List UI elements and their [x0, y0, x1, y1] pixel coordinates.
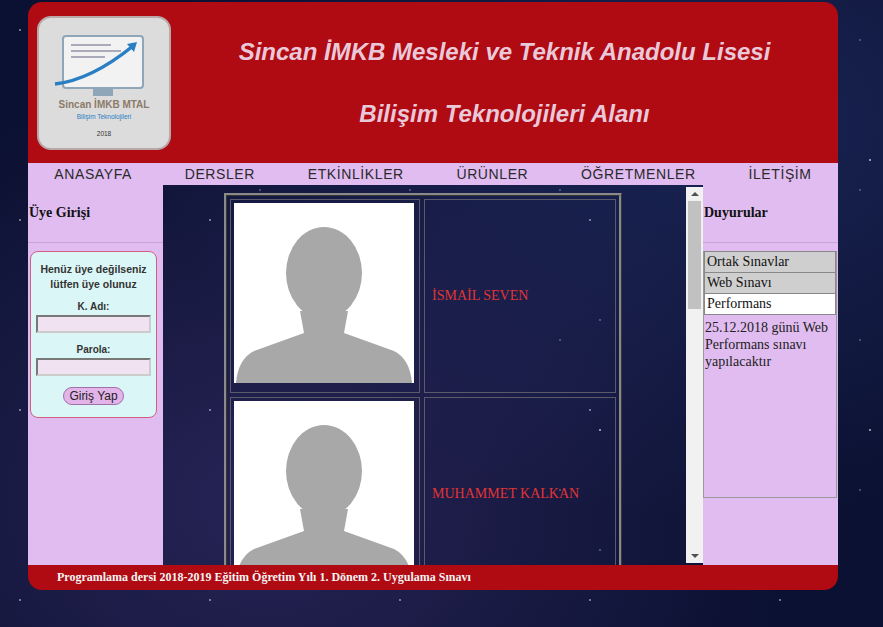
- svg-text:2018: 2018: [97, 130, 112, 137]
- photo-cell: [230, 397, 420, 565]
- login-button[interactable]: Giriş Yap: [63, 387, 123, 405]
- teacher-photo: [234, 203, 414, 383]
- svg-text:Bilişim Teknolojileri: Bilişim Teknolojileri: [77, 113, 131, 121]
- person-silhouette-icon: [234, 215, 414, 383]
- nav-item[interactable]: ÜRÜNLER: [456, 166, 528, 182]
- nav-item[interactable]: ANASAYFA: [54, 166, 132, 182]
- scroll-up-icon[interactable]: [686, 187, 703, 201]
- school-title: Sincan İMKB Mesleki ve Teknik Anadolu Li…: [239, 38, 771, 66]
- teacher-row: İSMAİL SEVEN: [230, 199, 616, 393]
- teachers-table: İSMAİL SEVEN MUHAMMET KALKAN: [224, 193, 622, 565]
- photo-cell: [230, 199, 420, 393]
- teachers-scroll-area[interactable]: İSMAİL SEVEN MUHAMMET KALKAN: [163, 185, 686, 565]
- login-prompt: Henüz üye değilseniz lütfen üye olunuz: [35, 262, 152, 292]
- nav-item[interactable]: İLETİŞİM: [748, 166, 811, 182]
- nav-item[interactable]: DERSLER: [185, 166, 255, 182]
- username-input[interactable]: [36, 315, 151, 333]
- password-label: Parola:: [77, 344, 111, 355]
- teacher-name: MUHAMMET KALKAN: [428, 486, 579, 502]
- login-form: Henüz üye değilseniz lütfen üye olunuz K.…: [30, 251, 157, 418]
- announcement-content: 25.12.2018 günü Web Performans sınavı ya…: [704, 315, 836, 374]
- nav-item[interactable]: ETKİNLİKLER: [308, 166, 404, 182]
- teacher-name: İSMAİL SEVEN: [428, 288, 528, 304]
- logo[interactable]: Sincan İMKB MTAL Bilişim Teknolojileri 201…: [37, 16, 171, 150]
- scroll-thumb[interactable]: [688, 201, 701, 309]
- nav-bar: ANASAYFA DERSLER ETKİNLİKLER ÜRÜNLER ÖĞRETME…: [28, 163, 838, 185]
- left-sidebar: Üye Girişi Henüz üye değilseniz lütfen üy…: [28, 185, 163, 565]
- department-title: Bilişim Teknolojileri Alanı: [359, 100, 649, 128]
- announcement-tab[interactable]: Ortak Sınavlar: [704, 251, 836, 273]
- person-silhouette-icon: [234, 413, 414, 565]
- scrollbar[interactable]: [686, 187, 703, 563]
- school-logo-icon: Sincan İMKB MTAL Bilişim Teknolojileri 201…: [41, 20, 167, 146]
- header: Sincan İMKB MTAL Bilişim Teknolojileri 201…: [28, 2, 838, 163]
- name-cell: İSMAİL SEVEN: [424, 199, 616, 393]
- ticker-text: Programlama dersi 2018-2019 Eğitim Öğret…: [57, 570, 471, 585]
- announcement-tab[interactable]: Web Sınavı: [704, 272, 836, 294]
- username-label: K. Adı:: [78, 301, 110, 312]
- announcements-panel: Ortak SınavlarWeb SınavıPerformans25.12.…: [703, 251, 837, 498]
- scroll-down-icon[interactable]: [686, 549, 703, 563]
- teacher-row: MUHAMMET KALKAN: [230, 397, 616, 565]
- svg-text:Sincan İMKB MTAL: Sincan İMKB MTAL: [59, 98, 150, 110]
- teachers-frame: İSMAİL SEVEN MUHAMMET KALKAN: [163, 185, 703, 565]
- announcements-title: Duyurular: [703, 185, 838, 243]
- content: Üye Girişi Henüz üye değilseniz lütfen üy…: [28, 185, 838, 565]
- teacher-photo: [234, 401, 414, 565]
- name-cell: MUHAMMET KALKAN: [424, 397, 616, 565]
- footer: Programlama dersi 2018-2019 Eğitim Öğret…: [28, 565, 838, 590]
- header-titles: Sincan İMKB Mesleki ve Teknik Anadolu Li…: [171, 38, 838, 128]
- login-title: Üye Girişi: [28, 185, 163, 243]
- page: Sincan İMKB MTAL Bilişim Teknolojileri 201…: [28, 2, 838, 590]
- right-sidebar: Duyurular Ortak SınavlarWeb SınavıPerform…: [703, 185, 838, 565]
- announcement-tab[interactable]: Performans: [704, 293, 836, 315]
- scroll-track[interactable]: [686, 201, 703, 549]
- nav-item[interactable]: ÖĞRETMENLER: [581, 166, 696, 182]
- password-input[interactable]: [36, 358, 151, 376]
